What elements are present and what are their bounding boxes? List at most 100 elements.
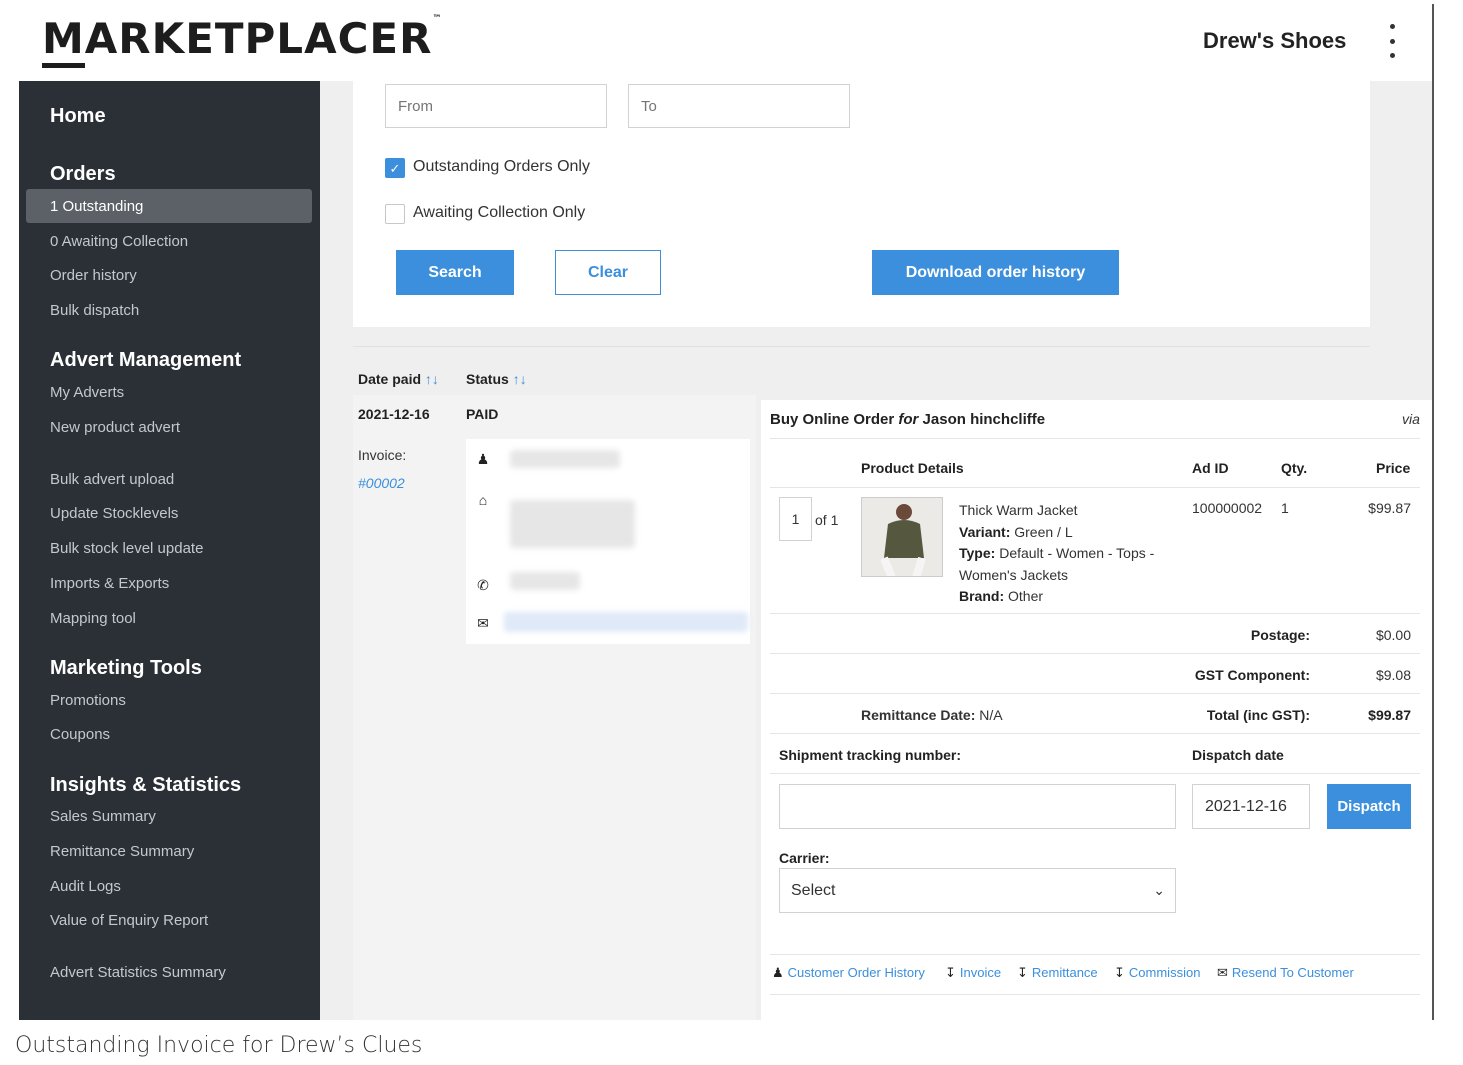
phone-icon: ✆ (477, 577, 489, 593)
download-icon: ↧ (945, 965, 956, 980)
divider (770, 773, 1420, 774)
sidebar-item-audit-logs[interactable]: Audit Logs (50, 878, 121, 895)
dispatch-date-label: Dispatch date (1192, 747, 1284, 763)
sidebar-heading-insights[interactable]: Insights & Statistics (50, 774, 241, 797)
product-variant: Green / L (1014, 523, 1073, 540)
sort-arrows-icon[interactable]: ↑↓ (425, 371, 439, 387)
divider (770, 487, 1420, 488)
date-to-input[interactable] (628, 84, 850, 128)
sort-arrows-icon[interactable]: ↑↓ (513, 371, 527, 387)
header-qty: Qty. (1281, 460, 1308, 476)
item-price: $99.87 (1368, 500, 1411, 516)
sidebar-item-my-adverts[interactable]: My Adverts (50, 384, 124, 401)
postage-label: Postage: (1250, 627, 1310, 643)
product-image[interactable] (861, 497, 943, 577)
sidebar-item-awaiting-collection[interactable]: 0 Awaiting Collection (50, 233, 188, 250)
order-via: via (1402, 411, 1420, 427)
sidebar-item-home[interactable]: Home (50, 105, 106, 128)
customer-order-history-link[interactable]: ♟ Customer Order History (772, 965, 925, 981)
postage-value: $0.00 (1375, 627, 1411, 643)
product-details: Thick Warm Jacket Variant: Green / L Typ… (959, 500, 1174, 608)
awaiting-collection-checkbox[interactable] (385, 204, 405, 224)
invoice-link[interactable]: #00002 (358, 475, 405, 491)
sidebar-item-value-of-enquiry-report[interactable]: Value of Enquiry Report (50, 912, 208, 929)
divider (770, 653, 1420, 654)
sidebar-item-coupons[interactable]: Coupons (50, 726, 110, 743)
product-brand: Other (1008, 588, 1044, 604)
date-from-input[interactable] (385, 84, 607, 128)
tracking-number-input[interactable] (779, 784, 1176, 829)
sidebar-item-update-stocklevels[interactable]: Update Stocklevels (50, 505, 178, 522)
person-icon: ♟ (772, 965, 784, 980)
download-order-history-button[interactable]: Download order history (872, 250, 1119, 295)
column-header-status[interactable]: Status ↑↓ (466, 371, 527, 387)
sidebar-heading-orders[interactable]: Orders (50, 163, 116, 186)
marketplacer-logo[interactable]: MARKETPLACER™ (42, 14, 442, 68)
divider (770, 693, 1420, 694)
resend-to-customer-link[interactable]: ✉ Resend To Customer (1217, 965, 1354, 981)
sidebar-item-bulk-stock-level-update[interactable]: Bulk stock level update (50, 540, 203, 557)
search-button[interactable]: Search (396, 250, 514, 295)
remittance-download-link[interactable]: ↧ Remittance (1017, 965, 1098, 981)
carrier-label: Carrier: (779, 850, 830, 866)
clear-button[interactable]: Clear (555, 250, 661, 295)
order-status: PAID (466, 406, 499, 422)
sidebar-item-order-history[interactable]: Order history (50, 267, 137, 284)
sidebar: Home Orders 1 Outstanding 0 Awaiting Col… (19, 81, 320, 1020)
total-value: $99.87 (1368, 707, 1411, 723)
redacted-email (504, 612, 748, 632)
page-border (1432, 4, 1434, 1020)
order-title: Buy Online Order for Jason hinchcliffe (770, 411, 1046, 428)
dispatch-button[interactable]: Dispatch (1327, 784, 1411, 829)
item-qty: 1 (1281, 500, 1289, 516)
divider (770, 733, 1420, 734)
awaiting-collection-label[interactable]: Awaiting Collection Only (413, 204, 585, 222)
sidebar-item-new-product-advert[interactable]: New product advert (50, 419, 180, 436)
redacted-address (510, 500, 635, 548)
gst-value: $9.08 (1375, 667, 1411, 683)
sidebar-heading-marketing-tools[interactable]: Marketing Tools (50, 657, 202, 680)
divider (770, 994, 1420, 995)
invoice-label: Invoice: (358, 447, 407, 463)
divider (770, 954, 1420, 955)
total-label: Total (inc GST): (1206, 707, 1310, 723)
sidebar-item-mapping-tool[interactable]: Mapping tool (50, 610, 136, 627)
sidebar-item-sales-summary[interactable]: Sales Summary (50, 808, 156, 825)
column-header-date-paid[interactable]: Date paid ↑↓ (358, 371, 439, 387)
tracking-number-label: Shipment tracking number: (779, 747, 962, 763)
item-index[interactable]: 1 (779, 497, 812, 541)
download-icon: ↧ (1114, 965, 1125, 980)
download-icon: ↧ (1017, 965, 1028, 980)
sidebar-item-bulk-dispatch[interactable]: Bulk dispatch (50, 302, 139, 319)
sidebar-item-promotions[interactable]: Promotions (50, 692, 126, 709)
header-price: Price (1376, 460, 1411, 476)
invoice-download-link[interactable]: ↧ Invoice (945, 965, 1001, 981)
divider (770, 438, 1420, 439)
envelope-icon: ✉ (1217, 965, 1228, 980)
carrier-select[interactable]: Select ⌄ (779, 868, 1176, 913)
outstanding-only-label[interactable]: Outstanding Orders Only (413, 158, 590, 176)
sidebar-item-imports-exports[interactable]: Imports & Exports (50, 575, 169, 592)
sidebar-item-advert-statistics-summary[interactable]: Advert Statistics Summary (50, 964, 226, 981)
outstanding-only-checkbox[interactable]: ✓ (385, 158, 405, 178)
sidebar-item-outstanding-label[interactable]: 1 Outstanding (50, 198, 143, 215)
order-date-paid: 2021-12-16 (358, 406, 430, 422)
sidebar-item-bulk-advert-upload[interactable]: Bulk advert upload (50, 471, 174, 488)
image-caption: Outstanding Invoice for Drew’s Clues (15, 1033, 423, 1058)
divider (353, 346, 1370, 347)
sidebar-item-remittance-summary[interactable]: Remittance Summary (50, 843, 194, 860)
remittance-date: Remittance Date: N/A (861, 707, 1003, 723)
person-icon: ♟ (476, 451, 490, 467)
redacted-phone (510, 572, 580, 590)
shop-name[interactable]: Drew's Shoes (1203, 28, 1346, 54)
dispatch-date-input[interactable]: 2021-12-16 (1192, 784, 1310, 829)
sidebar-heading-advert-management[interactable]: Advert Management (50, 349, 241, 372)
divider (770, 613, 1420, 614)
envelope-icon: ✉ (477, 615, 489, 631)
header-ad-id: Ad ID (1192, 460, 1229, 476)
kebab-menu-icon[interactable] (1382, 24, 1402, 58)
chevron-down-icon: ⌄ (1153, 882, 1165, 898)
commission-download-link[interactable]: ↧ Commission (1114, 965, 1200, 981)
home-icon: ⌂ (478, 492, 488, 508)
product-name: Thick Warm Jacket (959, 502, 1078, 518)
